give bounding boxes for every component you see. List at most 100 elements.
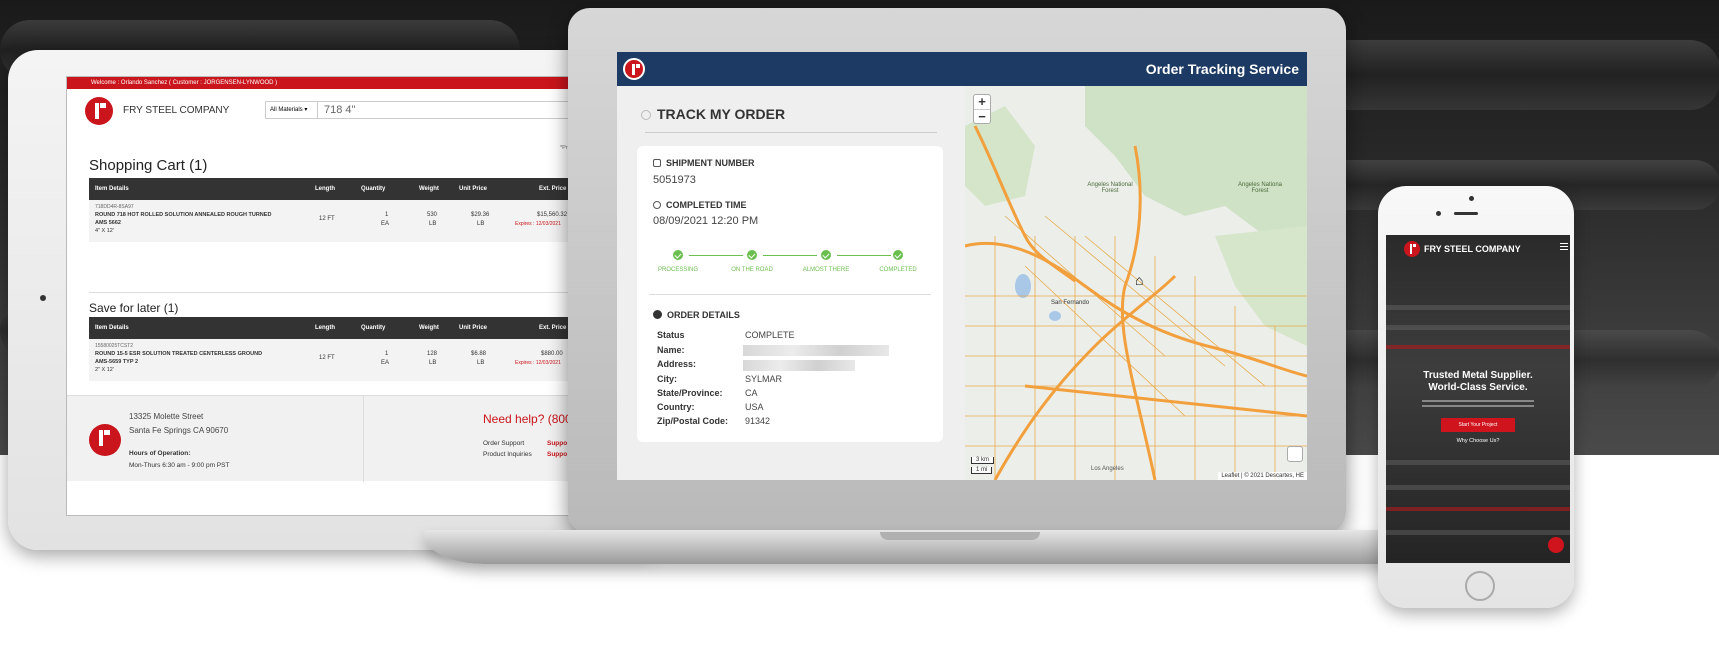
card-divider [649, 294, 931, 295]
address-label: Address: [657, 359, 697, 369]
locate-icon[interactable] [1287, 446, 1303, 462]
hero-line-1: Trusted Metal Supplier. [1423, 370, 1533, 381]
laptop-screen: Order Tracking Service TRACK MY ORDER SH… [617, 52, 1307, 480]
col-quantity: Quantity [361, 186, 386, 192]
laptop-notch [880, 532, 1040, 540]
map-attribution[interactable]: Leaflet | © 2021 Descartes, HE [1218, 472, 1307, 480]
tablet-home-button[interactable] [40, 295, 46, 301]
background-bar [1386, 460, 1570, 465]
product-support-link[interactable]: Suppo [547, 451, 567, 458]
item-weight-unit: LB [429, 221, 437, 227]
item-length: 12 FT [319, 355, 335, 361]
country-value: USA [745, 402, 764, 412]
tracking-map[interactable]: Angeles National Forest Angeles Nationa … [965, 86, 1307, 480]
hours-text: Mon-Thurs 6:30 am - 9:00 pm PST [129, 462, 230, 469]
col-length: Length [315, 186, 335, 192]
map-scale-km: 3 km [971, 457, 995, 464]
track-title: TRACK MY ORDER [641, 106, 785, 122]
item-weight-unit: LB [429, 360, 437, 366]
search-input[interactable]: 718 4" [324, 102, 355, 118]
progress-line [689, 255, 743, 256]
progress-line [763, 255, 817, 256]
fry-logo-icon[interactable] [623, 58, 645, 80]
clock-icon [653, 201, 661, 209]
chat-icon[interactable] [1548, 537, 1564, 553]
brand-name: FRY STEEL COMPANY [123, 105, 230, 116]
home-marker-icon[interactable]: ⌂ [1135, 272, 1143, 288]
item-size: 2" X 12' [95, 367, 114, 373]
item-weight: 128 [427, 351, 438, 357]
background-bar [1386, 305, 1570, 310]
order-support-link[interactable]: Suppo [547, 440, 567, 447]
hours-label: Hours of Operation: [129, 450, 191, 457]
fry-logo-icon[interactable] [1404, 241, 1420, 257]
info-icon [653, 310, 662, 319]
completed-label-text: COMPLETED TIME [666, 200, 747, 210]
shopping-cart-title: Shopping Cart (1) [89, 157, 208, 174]
address-redacted [743, 360, 855, 371]
state-value: CA [745, 388, 758, 398]
progress-line [837, 255, 891, 256]
order-details-text: ORDER DETAILS [667, 310, 740, 320]
item-ext-price: $880.00 [541, 351, 563, 357]
map-label: Angeles National Forest [1087, 182, 1133, 194]
search-category-select[interactable]: All Materials ▾ [266, 102, 318, 118]
start-project-button[interactable]: Start Your Project [1441, 418, 1515, 432]
hamburger-menu-icon[interactable] [1560, 243, 1568, 252]
zoom-out-button[interactable]: − [974, 109, 990, 124]
title-divider [645, 132, 937, 133]
step-label: COMPLETED [879, 267, 917, 273]
item-length: 12 FT [319, 216, 335, 222]
step-on-the-road-check-icon [747, 250, 757, 260]
map-scale-mi: 1 mi [971, 467, 993, 474]
item-unit-price-unit: LB [477, 360, 485, 366]
page-title: Order Tracking Service [1145, 61, 1299, 77]
phone-brand-name: FRY STEEL COMPANY [1424, 244, 1521, 254]
item-description: ROUND 718 HOT ROLLED SOLUTION ANNEALED R… [95, 212, 272, 218]
state-label: State/Province: [657, 388, 723, 398]
help-phone[interactable]: Need help? (800) [483, 412, 576, 426]
footer-address-1: 13325 Molette Street [129, 412, 204, 421]
phone-sensor-icon [1436, 211, 1441, 216]
order-details-label: ORDER DETAILS [653, 310, 740, 320]
zip-value: 91342 [745, 416, 771, 426]
fry-logo-icon[interactable] [85, 97, 113, 125]
why-choose-us-link[interactable]: Why Choose Us? [1386, 438, 1570, 444]
col-unit-price: Unit Price [459, 186, 488, 192]
hero-line-2: World-Class Service. [1428, 382, 1528, 393]
map-label: San Fernando [1051, 300, 1090, 306]
item-size: 4" X 12' [95, 228, 114, 234]
map-label: Angeles Nationa Forest [1237, 182, 1283, 194]
fry-logo-icon [89, 424, 121, 456]
item-unit-price: $29.36 [471, 212, 490, 218]
step-almost-there-check-icon [821, 250, 831, 260]
item-description: ROUND 15-5 ESR SOLUTION TREATED CENTERLE… [95, 351, 263, 357]
zip-label: Zip/Postal Code: [657, 416, 729, 426]
background-bar [1386, 530, 1570, 535]
item-ext-price: $15,560.32 [537, 212, 568, 218]
col-weight: Weight [419, 325, 439, 331]
document-icon [653, 159, 661, 167]
country-label: Country: [657, 402, 695, 412]
phone-home-button[interactable] [1465, 571, 1495, 601]
col-length: Length [315, 325, 335, 331]
order-card: SHIPMENT NUMBER 5051973 COMPLETED TIME 0… [637, 146, 943, 442]
product-inquiries-label: Product Inquiries [483, 451, 532, 458]
zoom-control[interactable]: + − [973, 94, 991, 124]
completed-time: 08/09/2021 12:20 PM [653, 215, 759, 227]
name-redacted [743, 345, 889, 356]
order-support-label: Order Support [483, 440, 525, 447]
status-label: Status [657, 330, 685, 340]
item-qty: 1 [385, 351, 389, 357]
background-bar [1386, 507, 1570, 511]
item-code: 718DD4R-8SA97 [95, 204, 134, 210]
col-ext-price: Ext. Price [539, 325, 567, 331]
item-spec: AMS 5662 [95, 220, 121, 226]
item-qty-unit: EA [381, 221, 390, 227]
col-quantity: Quantity [361, 325, 386, 331]
item-expires: Expires : 12/03/2021 [515, 360, 561, 366]
zoom-in-button[interactable]: + [974, 95, 990, 109]
item-unit-price-unit: LB [477, 221, 485, 227]
item-unit-price: $6.88 [471, 351, 487, 357]
background-bar [1386, 485, 1570, 490]
